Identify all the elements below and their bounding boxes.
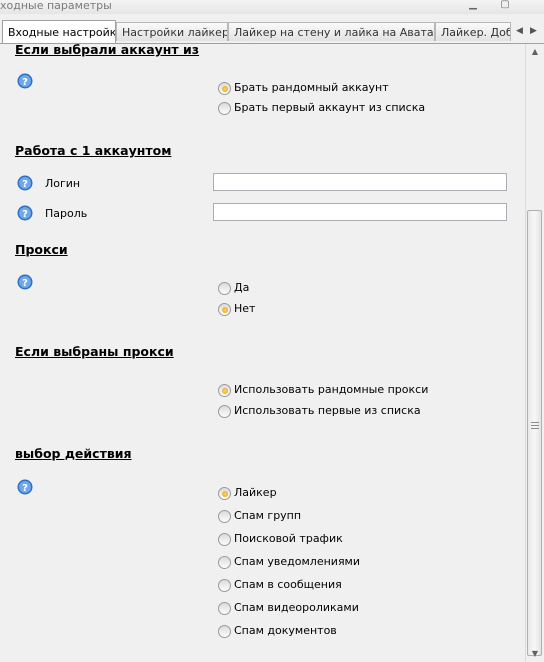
radio-label: Брать рандомный аккаунт: [234, 81, 389, 94]
svg-text:?: ?: [22, 483, 28, 494]
radio-label: Спам групп: [234, 509, 302, 522]
window-titlebar: ходные параметры ▁ ▢: [0, 0, 544, 14]
radio-indicator: [218, 102, 231, 115]
svg-text:?: ?: [22, 278, 28, 289]
scroll-up-icon[interactable]: ▲: [526, 44, 544, 60]
radio-indicator: [218, 405, 231, 418]
radio-label: Спам в сообщения: [234, 578, 342, 591]
section-heading-proxy: Прокси: [15, 242, 68, 257]
password-field[interactable]: [213, 203, 507, 221]
tab-liker-settings[interactable]: Настройки лайкера: [116, 22, 228, 41]
password-label: Пароль: [45, 207, 88, 220]
radio-label: Нет: [234, 302, 256, 315]
tab-label: Лайкер. Доба: [441, 26, 510, 39]
login-field[interactable]: [213, 173, 507, 191]
login-label: Логин: [45, 177, 81, 190]
grip-line: [531, 428, 539, 429]
radio-label: Поисковой трафик: [234, 532, 343, 545]
radio-label: Брать первый аккаунт из списка: [234, 101, 426, 114]
tab-liker-add[interactable]: Лайкер. Доба: [435, 22, 511, 41]
tab-strip: Входные настройки Настройки лайкера Лайк…: [0, 20, 544, 44]
section-heading-action: выбор действия: [15, 446, 132, 461]
grip-line: [531, 425, 539, 426]
radio-indicator: [218, 487, 231, 500]
radio-indicator: [218, 533, 231, 546]
tab-scroll-arrows: ◀ ▶: [510, 21, 544, 43]
window-title: ходные параметры: [0, 0, 112, 12]
tab-label: Лайкер на стену и лайка на Аватарку: [234, 26, 435, 39]
tab-wall-avatar-liker[interactable]: Лайкер на стену и лайка на Аватарку: [228, 22, 435, 41]
svg-text:?: ?: [22, 77, 28, 88]
radio-label: Спам документов: [234, 624, 337, 637]
section-heading-account-choice: Если выбрали аккаунт из списка: [15, 44, 200, 57]
radio-label: Использовать первые из списка: [234, 404, 421, 417]
help-icon[interactable]: ?: [17, 274, 33, 290]
help-icon[interactable]: ?: [17, 73, 33, 89]
chevron-right-icon[interactable]: ▶: [530, 26, 537, 36]
tab-input-settings[interactable]: Входные настройки: [2, 20, 116, 43]
radio-label: Спам уведомлениями: [234, 555, 361, 568]
tab-label: Настройки лайкера: [122, 26, 228, 39]
radio-indicator: [218, 625, 231, 638]
radio-label: Спам видеороликами: [234, 601, 359, 614]
radio-indicator: [218, 303, 231, 316]
radio-indicator: [218, 602, 231, 615]
svg-text:?: ?: [22, 209, 28, 220]
svg-text:?: ?: [22, 179, 28, 190]
scrollbar-thumb[interactable]: [527, 210, 542, 656]
radio-indicator: [218, 579, 231, 592]
minimize-icon[interactable]: ▁: [465, 0, 481, 11]
radio-indicator: [218, 282, 231, 295]
help-icon[interactable]: ?: [17, 479, 33, 495]
radio-indicator: [218, 510, 231, 523]
radio-label: Использовать рандомные прокси: [234, 383, 429, 396]
maximize-icon[interactable]: ▢: [497, 0, 513, 11]
settings-panel: Если выбрали аккаунт из списка ? Брать р…: [0, 44, 524, 662]
radio-label: Да: [234, 281, 250, 294]
radio-indicator: [218, 556, 231, 569]
help-icon[interactable]: ?: [17, 205, 33, 221]
radio-indicator: [218, 384, 231, 397]
radio-label: Лайкер: [234, 486, 277, 499]
radio-indicator: [218, 82, 231, 95]
section-heading-single-account: Работа с 1 аккаунтом: [15, 143, 172, 158]
section-heading-proxy-mode: Если выбраны прокси: [15, 344, 174, 359]
chevron-left-icon[interactable]: ◀: [516, 26, 523, 36]
scroll-down-icon[interactable]: ▼: [526, 646, 544, 662]
grip-line: [531, 422, 539, 423]
vertical-scrollbar[interactable]: ▲ ▼: [525, 44, 544, 662]
tab-label: Входные настройки: [8, 26, 116, 39]
help-icon[interactable]: ?: [17, 175, 33, 191]
